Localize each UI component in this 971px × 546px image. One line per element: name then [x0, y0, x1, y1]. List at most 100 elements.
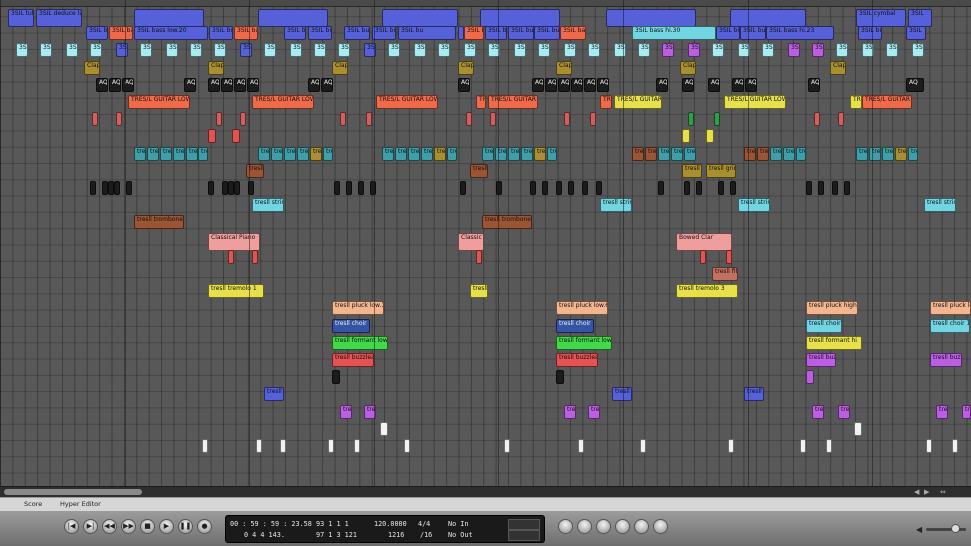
region[interactable]: 3SI [662, 43, 674, 57]
region[interactable] [714, 112, 720, 126]
fast-forward-button[interactable]: ▶▶ [121, 519, 136, 534]
region[interactable]: 3SI [66, 43, 78, 57]
region[interactable] [682, 129, 690, 143]
region[interactable] [480, 9, 560, 27]
region[interactable] [926, 439, 932, 453]
region[interactable]: tre [744, 147, 756, 161]
region[interactable]: tresll strin [252, 198, 284, 212]
region[interactable] [706, 129, 714, 143]
pause-button[interactable]: ❚❚ [178, 519, 193, 534]
region[interactable]: Clap [680, 61, 696, 75]
region[interactable] [606, 9, 696, 27]
region[interactable] [568, 181, 574, 195]
region[interactable] [114, 181, 120, 195]
cycle-button[interactable] [558, 519, 573, 534]
region[interactable]: tre [645, 147, 657, 161]
region[interactable]: 3SIL bass [109, 26, 133, 40]
region[interactable] [490, 112, 496, 126]
tab-score[interactable]: Score [16, 498, 50, 511]
region[interactable] [696, 181, 702, 195]
region[interactable]: tresll [682, 164, 702, 178]
region[interactable]: tresll [470, 164, 488, 178]
region[interactable]: AQ [184, 78, 196, 92]
region[interactable] [90, 181, 96, 195]
region[interactable] [818, 181, 824, 195]
region[interactable] [730, 181, 736, 195]
region[interactable] [346, 181, 352, 195]
region[interactable]: AQ [732, 78, 744, 92]
region[interactable]: tre [534, 147, 546, 161]
region[interactable]: AQ [458, 78, 470, 92]
metronome-button[interactable] [653, 519, 668, 534]
region[interactable] [504, 439, 510, 453]
region[interactable]: 3SIL bu [716, 26, 740, 40]
region[interactable]: tre [323, 147, 333, 161]
region[interactable]: tresll pluck low.6 [556, 301, 608, 315]
region[interactable]: tresll formant low.1 [332, 336, 388, 350]
region[interactable] [596, 181, 602, 195]
region[interactable]: tre [962, 405, 971, 419]
region[interactable]: 3SI [116, 43, 128, 57]
region[interactable]: 3SI [812, 43, 824, 57]
region[interactable]: tresll pluck low [930, 301, 971, 315]
region[interactable]: tre [198, 147, 208, 161]
region[interactable]: 3SIL [906, 26, 926, 40]
region[interactable]: tre [796, 147, 806, 161]
tempo-value[interactable]: 120.0000 [374, 520, 407, 528]
region[interactable]: tresll formant low.1 [556, 336, 612, 350]
region[interactable]: AQ [308, 78, 320, 92]
region[interactable]: tre [421, 147, 433, 161]
region[interactable]: 3SI [588, 43, 600, 57]
autodrop-button[interactable] [577, 519, 592, 534]
region[interactable]: 3SI [166, 43, 178, 57]
region[interactable]: tresll tremolo 3 [676, 284, 738, 298]
region[interactable]: AQ [558, 78, 570, 92]
region[interactable]: Clap [458, 61, 474, 75]
region[interactable]: tre [588, 405, 600, 419]
region[interactable]: tresll pluck high [806, 301, 858, 315]
region[interactable]: 3SIL bass [464, 26, 484, 40]
region[interactable]: Clap [84, 61, 100, 75]
region[interactable]: TRES/L GUITAR LOW.1 [252, 95, 314, 109]
arrange-area[interactable]: 3SIL tufa 3SIL deduce lay 3SIL cymbal 3SIL 3… [0, 0, 971, 486]
region[interactable]: TR [476, 95, 486, 109]
region[interactable]: 3SI [836, 43, 848, 57]
region[interactable] [844, 181, 850, 195]
rewind-button[interactable]: ◀◀ [102, 519, 117, 534]
region[interactable] [476, 250, 482, 264]
record-button[interactable]: ● [197, 519, 212, 534]
solo-button[interactable] [615, 519, 630, 534]
region[interactable]: 3SI [564, 43, 576, 57]
region[interactable]: tre [340, 405, 352, 419]
region[interactable]: tresll formant hi [806, 336, 862, 350]
region[interactable]: tresll strin [738, 198, 770, 212]
region[interactable]: 3SIL deduce lay [36, 9, 82, 27]
region[interactable]: Classic [458, 233, 484, 251]
region[interactable]: Clap [332, 61, 348, 75]
region[interactable]: tre [882, 147, 894, 161]
region[interactable] [854, 422, 862, 436]
region[interactable]: TRES/L GUITAR LOW.1 [376, 95, 438, 109]
region[interactable] [134, 9, 204, 27]
region[interactable] [838, 112, 844, 126]
region[interactable]: AQ [682, 78, 694, 92]
region[interactable]: tre [547, 147, 557, 161]
region[interactable]: tresll strin [600, 198, 632, 212]
region[interactable] [258, 9, 328, 27]
region[interactable]: 3SIL bu [284, 26, 306, 40]
region[interactable] [366, 112, 372, 126]
region[interactable] [814, 112, 820, 126]
region[interactable]: 3SI [414, 43, 426, 57]
region[interactable]: tre [895, 147, 907, 161]
region[interactable]: tresll [612, 387, 632, 401]
region[interactable]: tre [147, 147, 159, 161]
region[interactable]: tresll fit [712, 267, 738, 281]
region[interactable]: AQ [321, 78, 333, 92]
master-volume-slider[interactable] [926, 528, 966, 531]
region[interactable]: 3SI [788, 43, 800, 57]
region[interactable]: tre [382, 147, 394, 161]
region[interactable]: tresll [744, 387, 764, 401]
region[interactable]: tre [495, 147, 507, 161]
region[interactable] [240, 112, 246, 126]
region[interactable] [256, 439, 262, 453]
